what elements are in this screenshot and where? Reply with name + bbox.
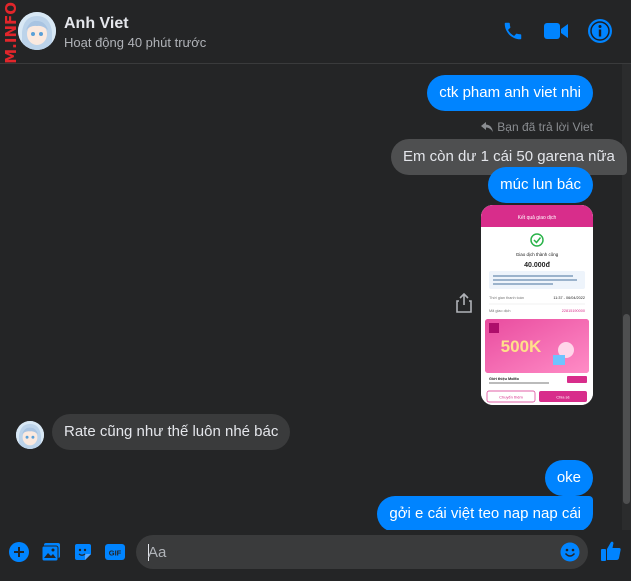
promo-amount: 500K bbox=[501, 337, 542, 356]
chat-header: M.INFO Anh Viet Hoạt động 40 phút trước bbox=[0, 0, 631, 64]
emoji-icon bbox=[560, 542, 580, 562]
message-input-box[interactable] bbox=[136, 535, 588, 569]
message-outgoing[interactable]: oke bbox=[544, 460, 593, 496]
image-attachment[interactable]: Kết quả giao dịch Giao dịch thành công 4… bbox=[481, 205, 593, 405]
conversation-info-button[interactable] bbox=[587, 18, 613, 44]
message-outgoing[interactable]: ctk pham anh viet nhi bbox=[427, 75, 593, 111]
send-like-button[interactable] bbox=[600, 540, 622, 562]
message-outgoing[interactable]: múc lun bác bbox=[488, 167, 593, 203]
receipt-transfer-more: Chuyển thêm bbox=[499, 395, 523, 400]
message-scrollbar[interactable] bbox=[622, 64, 631, 530]
emoji-button[interactable] bbox=[560, 542, 580, 562]
photo-icon bbox=[41, 543, 60, 562]
sticker-icon bbox=[75, 544, 91, 560]
more-actions-button[interactable] bbox=[8, 541, 30, 563]
promo-title: Giới thiệu MoMo bbox=[489, 377, 520, 381]
receipt-amount: 40.000đ bbox=[524, 262, 550, 269]
reply-indicator-text: Bạn đã trả lời Viet bbox=[497, 120, 593, 134]
reply-indicator: Bạn đã trả lời Viet bbox=[481, 120, 593, 134]
gif-button[interactable]: GIF bbox=[104, 541, 126, 563]
like-icon bbox=[601, 541, 621, 561]
video-call-button[interactable] bbox=[543, 18, 569, 44]
gif-label: GIF bbox=[109, 549, 122, 558]
receipt-time-label: Thời gian thanh toán bbox=[489, 296, 524, 300]
add-icon bbox=[9, 542, 29, 562]
receipt-code-value: 22815190000 bbox=[562, 309, 585, 313]
contact-avatar[interactable] bbox=[18, 12, 56, 50]
info-icon bbox=[588, 19, 612, 43]
gif-icon: GIF bbox=[105, 544, 125, 560]
phone-icon bbox=[504, 22, 522, 40]
receipt-share: Chia sẻ bbox=[556, 395, 570, 400]
contact-status: Hoạt động 40 phút trước bbox=[64, 35, 207, 50]
receipt-code-label: Mã giao dịch bbox=[489, 309, 511, 313]
share-button[interactable] bbox=[455, 292, 473, 313]
message-outgoing[interactable]: gởi e cái việt teo nap nap cái bbox=[377, 496, 593, 530]
attach-photo-button[interactable] bbox=[40, 541, 62, 563]
share-icon bbox=[456, 292, 472, 313]
video-call-icon bbox=[544, 23, 568, 39]
message-input[interactable] bbox=[148, 535, 548, 569]
message-composer: GIF bbox=[0, 530, 631, 581]
message-clip: gởi e cái việt teo nap nap cái bbox=[0, 496, 622, 530]
phone-call-button[interactable] bbox=[500, 18, 526, 44]
contact-name[interactable]: Anh Viet bbox=[64, 15, 129, 33]
chat-window: M.INFO Anh Viet Hoạt động 40 phút trước bbox=[0, 0, 631, 581]
scroll-thumb[interactable] bbox=[623, 314, 630, 504]
message-incoming[interactable]: Rate cũng như thế luôn nhé bác bbox=[52, 414, 291, 450]
receipt-status: Giao dịch thành công bbox=[516, 252, 559, 257]
receipt-time-value: 11:37 - 06/04/2022 bbox=[553, 296, 585, 300]
receipt-title: Kết quả giao dịch bbox=[518, 215, 557, 221]
sticker-button[interactable] bbox=[72, 541, 94, 563]
contact-avatar-small[interactable] bbox=[16, 421, 44, 449]
reply-arrow-icon bbox=[481, 122, 494, 132]
